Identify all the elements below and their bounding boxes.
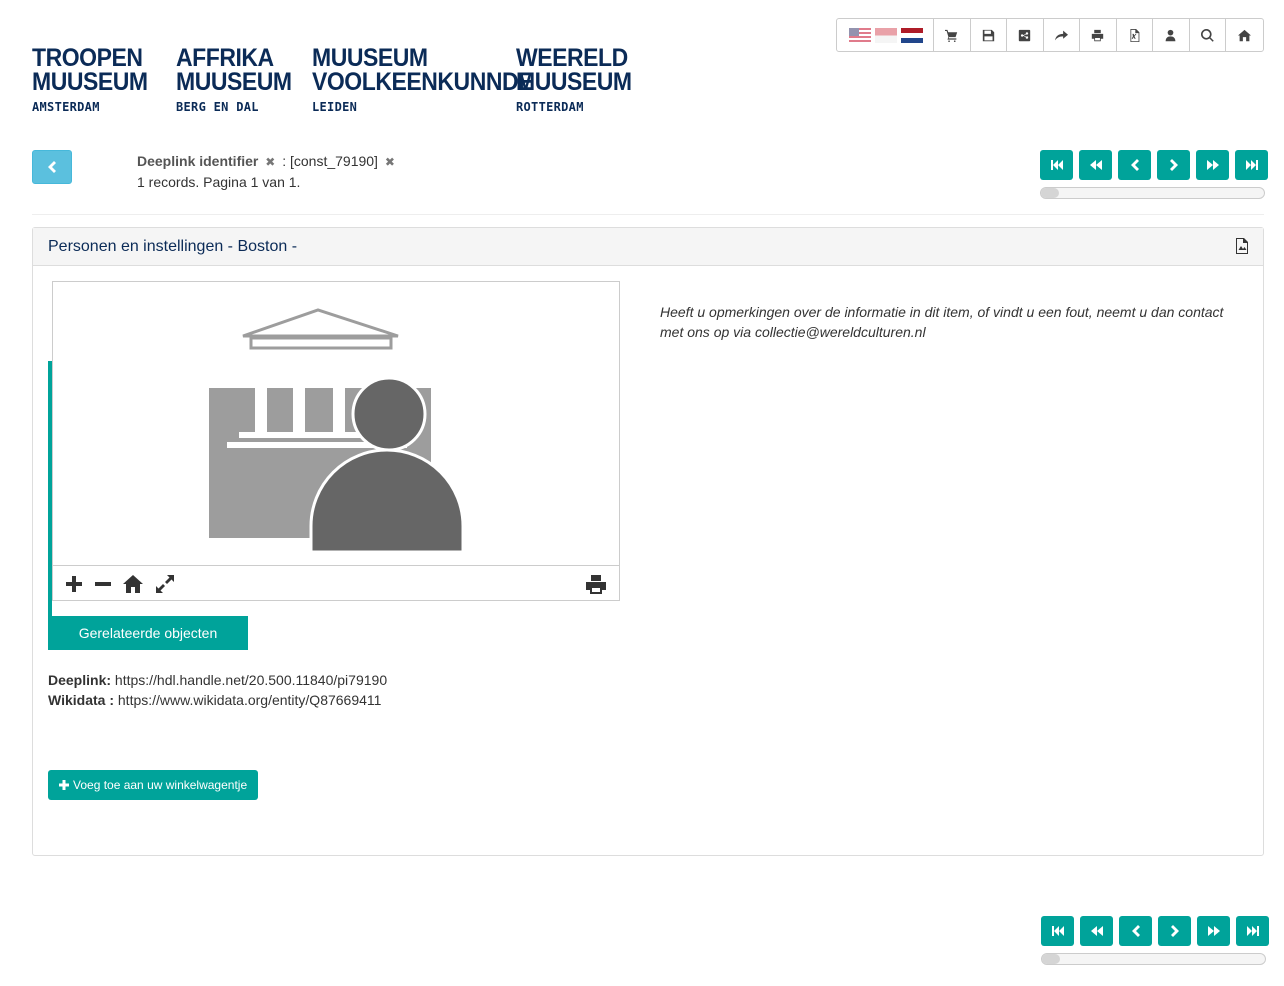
fast-back-button[interactable] (1080, 916, 1113, 946)
nl-flag-icon[interactable] (901, 27, 923, 43)
chevron-right-icon (1170, 925, 1179, 937)
first-page-button[interactable] (1040, 150, 1073, 180)
us-flag-icon[interactable] (849, 27, 871, 43)
feedback-note: Heeft u opmerkingen over de informatie i… (660, 304, 1224, 340)
fast-forward-icon (1206, 160, 1219, 170)
print-icon (586, 575, 606, 594)
chevron-left-icon (1131, 925, 1140, 937)
afrika-museum-logo[interactable]: AFFRIKA MUUSEUM BERG EN DAL (176, 46, 302, 115)
zoom-out-button[interactable] (92, 573, 114, 595)
wereldmuseum-logo[interactable]: WEERELD MUUSEUM ROTTERDAM (516, 46, 642, 115)
first-page-button[interactable] (1041, 916, 1074, 946)
share-button[interactable] (1007, 19, 1044, 51)
save-icon (982, 29, 994, 41)
last-page-button[interactable] (1236, 916, 1269, 946)
remove-value-icon[interactable]: ✖ (385, 155, 395, 169)
last-page-icon (1245, 160, 1258, 170)
first-page-icon (1051, 926, 1064, 936)
chevron-left-icon (48, 161, 56, 173)
record-panel: Personen en instellingen - Boston - Gere… (32, 227, 1264, 856)
divider (32, 214, 1264, 215)
remove-field-icon[interactable]: ✖ (265, 155, 275, 169)
fast-forward-icon (1207, 926, 1220, 936)
forward-button[interactable] (1044, 19, 1080, 51)
first-page-icon (1050, 160, 1063, 170)
minus-icon (95, 582, 111, 586)
previous-button[interactable] (1118, 150, 1151, 180)
top-progress-fill (1041, 188, 1059, 198)
save-button[interactable] (971, 19, 1007, 51)
panel-header: Personen en instellingen - Boston - (33, 228, 1263, 266)
fullscreen-button[interactable] (154, 573, 176, 595)
related-objects-button[interactable]: Gerelateerde objecten (48, 616, 248, 650)
user-icon (1165, 29, 1176, 41)
home-button[interactable] (1226, 19, 1263, 51)
fast-back-button[interactable] (1079, 150, 1112, 180)
search-field-label: Deeplink identifier (137, 153, 259, 169)
top-pager (1040, 150, 1268, 180)
search-icon (1200, 28, 1214, 42)
print-icon (1092, 29, 1104, 41)
wikidata-link[interactable]: https://www.wikidata.org/entity/Q8766941… (118, 692, 382, 708)
bottom-progress-bar[interactable] (1041, 953, 1266, 965)
deeplink-row: Deeplink: https://hdl.handle.net/20.500.… (48, 670, 387, 690)
print-image-button[interactable] (585, 573, 607, 595)
top-toolbar (836, 18, 1264, 52)
chevron-right-icon (1169, 159, 1178, 171)
wikidata-row: Wikidata : https://www.wikidata.org/enti… (48, 690, 387, 710)
fast-backward-icon (1089, 160, 1102, 170)
tropenmuseum-logo[interactable]: TROOPEN MUUSEUM AMSTERDAM (32, 46, 158, 115)
deeplink-label: Deeplink: (48, 672, 112, 688)
fast-backward-icon (1090, 926, 1103, 936)
top-progress-bar[interactable] (1040, 187, 1265, 199)
home-icon (123, 575, 143, 593)
deeplink-link[interactable]: https://hdl.handle.net/20.500.11840/pi79… (115, 672, 387, 688)
pdf-export-icon[interactable] (1235, 238, 1249, 254)
record-title: Personen en instellingen - Boston - (48, 238, 298, 255)
fast-forward-button[interactable] (1197, 916, 1230, 946)
search-button[interactable] (1190, 19, 1226, 51)
add-to-cart-button[interactable]: Voeg toe aan uw winkelwagentje (48, 770, 259, 800)
share-icon (1019, 29, 1031, 41)
chevron-left-icon (1130, 159, 1139, 171)
records-count: 1 records. Pagina 1 van 1. (137, 174, 301, 190)
next-button[interactable] (1158, 916, 1191, 946)
viewer-controls (53, 565, 619, 600)
search-summary: Deeplink identifier ✖ : [const_79190] ✖ … (137, 151, 398, 192)
excel-icon (1130, 28, 1140, 42)
last-page-button[interactable] (1235, 150, 1268, 180)
expand-icon (156, 575, 174, 593)
excel-export-button[interactable] (1117, 19, 1153, 51)
home-icon (1237, 29, 1251, 41)
wikidata-label: Wikidata : (48, 692, 114, 708)
add-to-cart-label: Voeg toe aan uw winkelwagentje (73, 778, 248, 792)
forward-icon (1054, 30, 1068, 40)
user-button[interactable] (1153, 19, 1190, 51)
print-button[interactable] (1080, 19, 1117, 51)
last-page-icon (1246, 926, 1259, 936)
bottom-progress-fill (1042, 954, 1060, 964)
reset-view-button[interactable] (122, 573, 144, 595)
cart-icon (945, 29, 958, 42)
back-button[interactable] (32, 150, 72, 184)
link-list: Deeplink: https://hdl.handle.net/20.500.… (48, 670, 387, 710)
plus-icon (59, 780, 69, 790)
institution-placeholder-image (209, 308, 465, 554)
search-value: : [const_79190] (282, 153, 378, 169)
next-button[interactable] (1157, 150, 1190, 180)
fast-forward-button[interactable] (1196, 150, 1229, 180)
previous-button[interactable] (1119, 916, 1152, 946)
bottom-pager (1041, 916, 1269, 946)
cart-button[interactable] (934, 19, 971, 51)
image-viewer[interactable] (52, 281, 620, 601)
id-flag-icon[interactable] (875, 27, 897, 43)
zoom-in-button[interactable] (63, 573, 85, 595)
plus-icon (66, 576, 82, 592)
language-selector (837, 19, 934, 51)
